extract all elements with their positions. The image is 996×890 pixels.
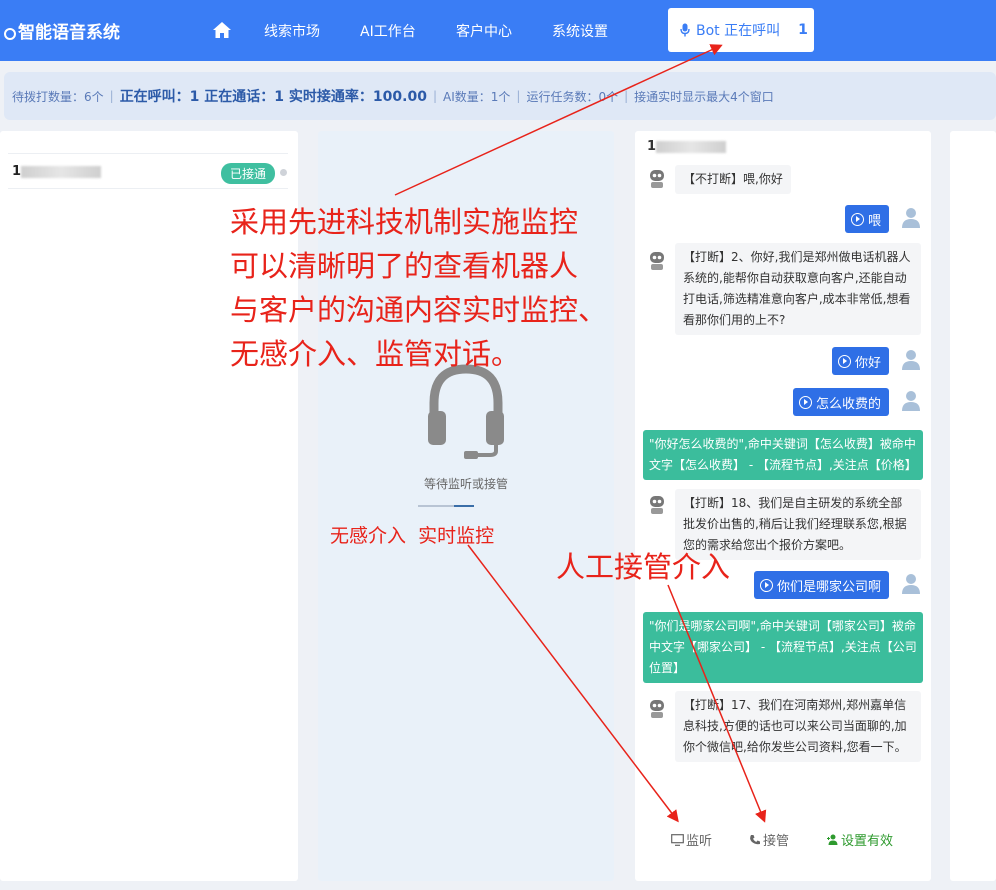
user-message-text: 你们是哪家公司啊 bbox=[776, 579, 881, 595]
user-message-button[interactable]: 喂 bbox=[844, 205, 889, 233]
chat-phone-number: 1 bbox=[647, 139, 727, 154]
brand[interactable]: 智能语音系统 bbox=[4, 18, 120, 43]
play-icon bbox=[759, 578, 773, 592]
play-icon bbox=[850, 212, 864, 226]
headset-icon bbox=[428, 364, 504, 459]
phone-icon bbox=[750, 834, 760, 844]
status-badge: 已接通 bbox=[221, 163, 276, 184]
top-nav-bar: 智能语音系统 线索市场 AI工作台 客户中心 系统设置 Bot 正在呼叫 1 bbox=[0, 0, 996, 61]
next-chat-panel bbox=[950, 131, 996, 881]
window-note: 接通实时显示最大4个窗口 bbox=[634, 89, 774, 104]
microphone-icon bbox=[680, 23, 690, 37]
user-message-text: 你好 bbox=[854, 355, 881, 371]
play-icon bbox=[837, 354, 851, 368]
divider: | bbox=[516, 89, 521, 103]
status-dot bbox=[280, 169, 287, 176]
wait-text: 等待监听或接管 bbox=[423, 477, 508, 491]
phone-number: 1 bbox=[12, 164, 102, 179]
robot-avatar-icon bbox=[650, 170, 664, 188]
divider: | bbox=[109, 89, 114, 103]
annotation-line: 与客户的沟通内容实时监控、 bbox=[230, 293, 608, 327]
list-item[interactable]: 1 已接通 bbox=[8, 153, 288, 189]
status-bar: 待拨打数量：6个 | 正在呼叫：1 正在通话：1 实时接通率：100.00 | … bbox=[4, 72, 996, 120]
divider: | bbox=[432, 89, 437, 103]
user-avatar-icon bbox=[902, 391, 920, 411]
annotation-line: 无感介入、监管对话。 bbox=[230, 337, 521, 371]
user-avatar-icon bbox=[902, 208, 920, 228]
takeover-button[interactable]: 接管 bbox=[749, 830, 789, 849]
takeover-label: 接管 bbox=[763, 834, 790, 849]
user-avatar-icon bbox=[902, 574, 920, 594]
masked-digits bbox=[21, 165, 102, 178]
nav-system-settings[interactable]: 系统设置 bbox=[552, 21, 608, 41]
user-message-text: 喂 bbox=[867, 213, 881, 229]
annotation-main: 采用先进科技机制实施监控 可以清晰明了的查看机器人 与客户的沟通内容实时监控、 … bbox=[230, 200, 607, 376]
user-message-text: 怎么收费的 bbox=[815, 396, 881, 412]
bot-message: 【打断】17、我们在河南郑州,郑州嘉单信息科技,方便的话也可以来公司当面聊的,加… bbox=[675, 691, 921, 762]
call-label: Bot 正在呼叫 bbox=[696, 23, 781, 39]
set-valid-label: 设置有效 bbox=[841, 834, 894, 849]
listen-label: 监听 bbox=[686, 834, 713, 849]
robot-avatar-icon bbox=[650, 252, 664, 270]
call-count: 1 bbox=[798, 22, 808, 38]
user-message-button[interactable]: 你好 bbox=[831, 347, 889, 375]
ai-count: AI数量：1个 bbox=[443, 89, 511, 104]
annotation-line: 可以清晰明了的查看机器人 bbox=[230, 249, 579, 283]
nav-leads[interactable]: 线索市场 bbox=[264, 21, 320, 41]
pending-count: 待拨打数量：6个 bbox=[12, 89, 104, 104]
loading-bar-fill bbox=[454, 505, 474, 507]
keyword-hit-notice: "你好怎么收费的",命中关键词【怎么收费】被命中文字【怎么收费】 - 【流程节点… bbox=[643, 430, 923, 480]
chat-panel: 1 【不打断】喂,你好 喂 【打断】2、你好,我们是郑州做电话机器人系统的,能帮… bbox=[635, 131, 931, 881]
bot-message: 【打断】2、你好,我们是郑州做电话机器人系统的,能帮你自动获取意向客户,还能自动… bbox=[675, 243, 921, 335]
nav-customer-center[interactable]: 客户中心 bbox=[456, 21, 512, 41]
home-icon[interactable] bbox=[212, 20, 232, 40]
monitor-icon bbox=[671, 833, 684, 846]
brand-title: 智能语音系统 bbox=[18, 23, 120, 43]
robot-avatar-icon bbox=[650, 700, 664, 718]
user-message-button[interactable]: 你们是哪家公司啊 bbox=[753, 571, 889, 599]
divider: | bbox=[624, 89, 629, 103]
user-add-icon bbox=[827, 834, 838, 845]
logo-icon bbox=[4, 27, 16, 40]
user-message-button[interactable]: 怎么收费的 bbox=[792, 388, 889, 416]
bot-message: 【不打断】喂,你好 bbox=[675, 165, 791, 194]
task-count: 运行任务数：0个 bbox=[526, 89, 619, 104]
masked-digits bbox=[656, 140, 727, 153]
annotation-monitor: 无感介入 实时监控 bbox=[330, 525, 495, 547]
annotation-line: 采用先进科技机制实施监控 bbox=[230, 205, 579, 239]
annotation-takeover: 人工接管介入 bbox=[556, 550, 731, 584]
bot-calling-indicator[interactable]: Bot 正在呼叫 1 bbox=[668, 8, 814, 52]
play-icon bbox=[798, 395, 812, 409]
live-stats: 正在呼叫：1 正在通话：1 实时接通率：100.00 bbox=[119, 89, 427, 105]
set-valid-button[interactable]: 设置有效 bbox=[827, 830, 893, 849]
nav-ai-workbench[interactable]: AI工作台 bbox=[360, 21, 416, 41]
user-avatar-icon bbox=[902, 350, 920, 370]
listen-button[interactable]: 监听 bbox=[671, 830, 712, 849]
robot-avatar-icon bbox=[650, 496, 664, 514]
keyword-hit-notice: "你们是哪家公司啊",命中关键词【哪家公司】被命中文字【哪家公司】 - 【流程节… bbox=[643, 612, 923, 683]
